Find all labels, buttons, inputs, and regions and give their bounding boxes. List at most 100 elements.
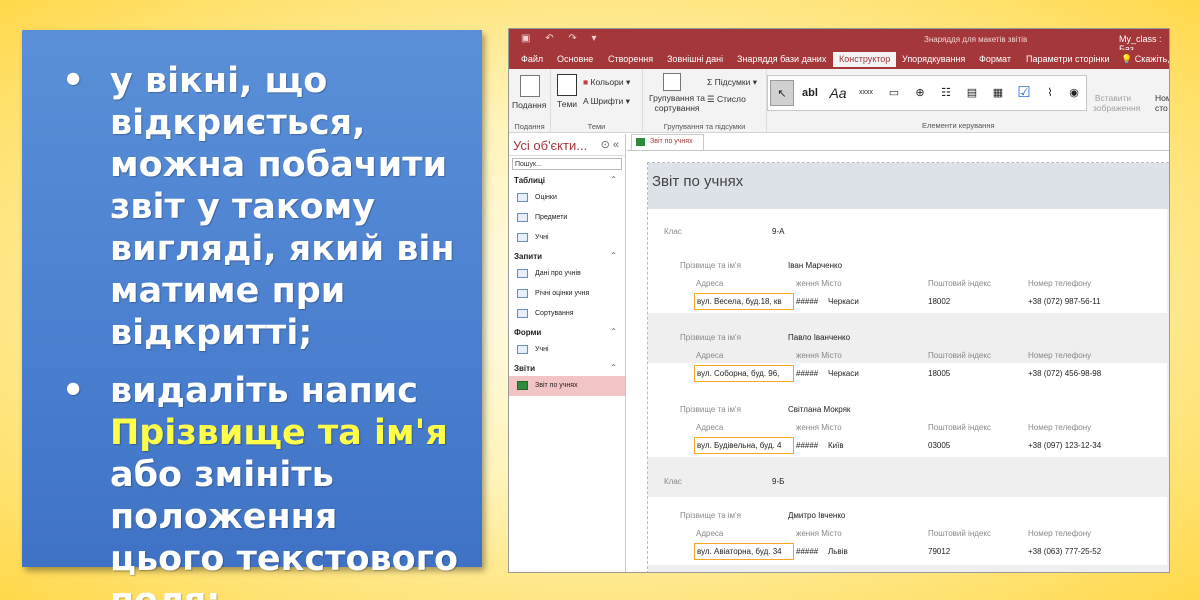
address-label[interactable]: Адреса bbox=[696, 423, 723, 432]
tell-me-box[interactable]: 💡 Скажіть, в bbox=[1121, 54, 1169, 65]
tab-file[interactable]: Файл bbox=[521, 54, 543, 64]
address-label[interactable]: Адреса bbox=[696, 529, 723, 538]
hash-value[interactable]: ##### bbox=[796, 547, 818, 556]
name-label[interactable]: Прізвище та ім'я bbox=[680, 333, 741, 342]
totals-button[interactable]: Σ Підсумки ▾ bbox=[707, 77, 757, 88]
label-control-icon[interactable]: Aa bbox=[826, 80, 850, 106]
nav-header[interactable]: Усі об'єкти... ⊙ « bbox=[509, 134, 625, 156]
nav-item-query-grades[interactable]: Річні оцінки учня bbox=[509, 284, 625, 304]
city-value[interactable]: Черкаси bbox=[828, 297, 859, 306]
address-label[interactable]: Адреса bbox=[696, 279, 723, 288]
city-value[interactable]: Черкаси bbox=[828, 369, 859, 378]
nav-item-report-students[interactable]: Звіт по учнях bbox=[509, 376, 625, 396]
tab-page-setup[interactable]: Параметри сторінки bbox=[1026, 54, 1110, 64]
page-numbers-button[interactable]: Номе сто bbox=[1155, 93, 1169, 113]
zip-label[interactable]: Поштовий індекс bbox=[928, 423, 991, 432]
nav-item-form-students[interactable]: Учні bbox=[509, 340, 625, 360]
class-value[interactable]: 9-А bbox=[772, 227, 784, 236]
nav-item-query-sort[interactable]: Сортування bbox=[509, 304, 625, 324]
grouping-button-label[interactable]: Групування та сортування bbox=[649, 93, 705, 113]
student-name[interactable]: Павло Іванченко bbox=[788, 333, 850, 342]
zip-value[interactable]: 18005 bbox=[928, 369, 950, 378]
phone-value[interactable]: +38 (097) 123-12-34 bbox=[1028, 441, 1101, 450]
tab-home[interactable]: Основне bbox=[557, 54, 593, 64]
list-control-icon[interactable]: ☷ bbox=[934, 80, 958, 106]
tab-arrange[interactable]: Упорядкування bbox=[902, 54, 965, 64]
phone-value[interactable]: +38 (072) 987-56-11 bbox=[1028, 297, 1101, 306]
themes-button-label[interactable]: Теми bbox=[557, 99, 577, 109]
phone-value[interactable]: +38 (063) 777-25-52 bbox=[1028, 547, 1101, 556]
student-name[interactable]: Дмитро Івченко bbox=[788, 511, 845, 520]
address-label[interactable]: Адреса bbox=[696, 351, 723, 360]
city-value[interactable]: Київ bbox=[828, 441, 844, 450]
phone-label[interactable]: Номер телефону bbox=[1028, 423, 1091, 432]
phone-label[interactable]: Номер телефону bbox=[1028, 529, 1091, 538]
nav-section-tables[interactable]: Таблиці ⌃ bbox=[509, 172, 625, 188]
select-pointer-icon[interactable]: ↖ bbox=[770, 80, 794, 106]
image-control-icon[interactable]: ▦ bbox=[986, 80, 1010, 106]
nav-section-forms[interactable]: Форми ⌃ bbox=[509, 324, 625, 340]
chevron-up-icon[interactable]: ⌃ bbox=[610, 175, 617, 184]
nav-section-reports[interactable]: Звіти ⌃ bbox=[509, 360, 625, 376]
address-field[interactable]: вул. Соборна, буд. 96, bbox=[694, 365, 794, 382]
zip-value[interactable]: 03005 bbox=[928, 441, 950, 450]
report-title[interactable]: Звіт по учнях bbox=[648, 163, 1169, 209]
student-name[interactable]: Іван Марченко bbox=[788, 261, 842, 270]
quick-access-toolbar[interactable]: ▣ ↶ ↷ ▾ bbox=[521, 33, 603, 44]
nav-item-subjects[interactable]: Предмети bbox=[509, 208, 625, 228]
checkbox-control-icon[interactable]: ☑ bbox=[1012, 80, 1036, 106]
chevron-up-icon[interactable]: ⌃ bbox=[610, 327, 617, 336]
phone-value[interactable]: +38 (072) 456-98-98 bbox=[1028, 369, 1101, 378]
chevron-up-icon[interactable]: ⌃ bbox=[610, 251, 617, 260]
phone-label[interactable]: Номер телефону bbox=[1028, 351, 1091, 360]
name-label[interactable]: Прізвище та ім'я bbox=[680, 405, 741, 414]
combo-control-icon[interactable]: ▤ bbox=[960, 80, 984, 106]
zip-value[interactable]: 18002 bbox=[928, 297, 950, 306]
nav-search-input[interactable]: Пошук... ⌕ bbox=[512, 157, 635, 170]
nav-item-query-students[interactable]: Дані про учнів bbox=[509, 264, 625, 284]
hash-value[interactable]: ##### bbox=[796, 297, 818, 306]
tab-design[interactable]: Конструктор bbox=[833, 52, 897, 67]
textbox-control-icon[interactable]: abl bbox=[798, 80, 822, 106]
chevron-up-icon[interactable]: ⌃ bbox=[610, 363, 617, 372]
themes-icon[interactable] bbox=[557, 74, 577, 96]
zip-value[interactable]: 79012 bbox=[928, 547, 950, 556]
zip-label[interactable]: Поштовий індекс bbox=[928, 279, 991, 288]
tab-format[interactable]: Формат bbox=[979, 54, 1011, 64]
tab-create[interactable]: Створення bbox=[608, 54, 653, 64]
hash-value[interactable]: ##### bbox=[796, 441, 818, 450]
view-button-label[interactable]: Подання bbox=[512, 100, 546, 110]
phone-label[interactable]: Номер телефону bbox=[1028, 279, 1091, 288]
class-label[interactable]: Клас bbox=[664, 227, 682, 236]
city-label[interactable]: ження Місто bbox=[796, 351, 842, 360]
hide-details-button[interactable]: ☰ Стисло bbox=[707, 94, 746, 105]
fonts-button[interactable]: A Шрифти ▾ bbox=[583, 96, 630, 107]
button-control-icon[interactable]: xxxx bbox=[854, 80, 878, 106]
city-label[interactable]: ження Місто bbox=[796, 423, 842, 432]
zip-label[interactable]: Поштовий індекс bbox=[928, 351, 991, 360]
nav-item-students-table[interactable]: Учні bbox=[509, 228, 625, 248]
insert-image-button[interactable]: Вставити зображення bbox=[1093, 93, 1140, 113]
option-control-icon[interactable]: ◉ bbox=[1062, 80, 1086, 106]
name-label[interactable]: Прізвище та ім'я bbox=[680, 511, 741, 520]
document-tab[interactable]: Звіт по учнях bbox=[631, 134, 704, 150]
class-value[interactable]: 9-Б bbox=[772, 477, 784, 486]
hash-value[interactable]: ##### bbox=[796, 369, 818, 378]
hyperlink-control-icon[interactable]: ⊕ bbox=[908, 80, 932, 106]
zip-label[interactable]: Поштовий індекс bbox=[928, 529, 991, 538]
nav-collapse-icon[interactable]: ⊙ « bbox=[601, 138, 619, 151]
address-field[interactable]: вул. Будівельна, буд. 4 bbox=[694, 437, 794, 454]
tab-external-data[interactable]: Зовнішні дані bbox=[667, 54, 723, 64]
student-name[interactable]: Світлана Мокряк bbox=[788, 405, 850, 414]
city-value[interactable]: Львів bbox=[828, 547, 848, 556]
name-label[interactable]: Прізвище та ім'я bbox=[680, 261, 741, 270]
city-label[interactable]: ження Місто bbox=[796, 529, 842, 538]
city-label[interactable]: ження Місто bbox=[796, 279, 842, 288]
view-icon[interactable] bbox=[520, 75, 540, 97]
address-field[interactable]: вул. Авіаторна, буд. 34 bbox=[694, 543, 794, 560]
address-field[interactable]: вул. Весела, буд.18, кв bbox=[694, 293, 794, 310]
nav-section-queries[interactable]: Запити ⌃ bbox=[509, 248, 625, 264]
tab-database-tools[interactable]: Знаряддя бази даних bbox=[737, 54, 826, 64]
tab-control-icon[interactable]: ▭ bbox=[882, 80, 906, 106]
class-label[interactable]: Клас bbox=[664, 477, 682, 486]
